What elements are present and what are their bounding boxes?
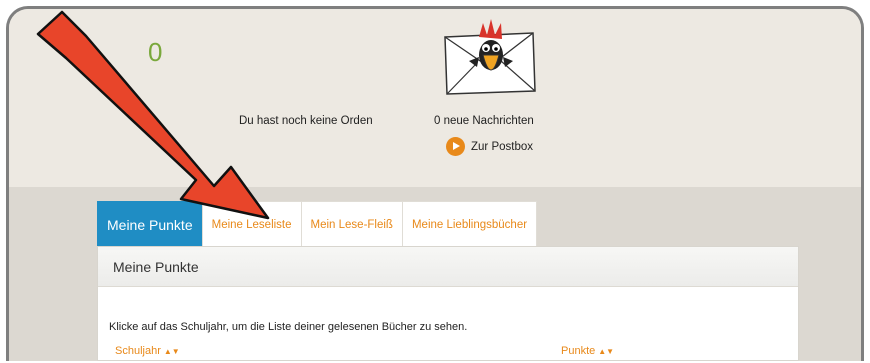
sort-icon: ▲▼ bbox=[598, 346, 615, 356]
postbox-link-label: Zur Postbox bbox=[471, 140, 533, 153]
tab-meine-leseliste[interactable]: Meine Leseliste bbox=[201, 201, 302, 247]
panel-title: Meine Punkte bbox=[98, 247, 798, 287]
play-circle-icon bbox=[446, 137, 465, 156]
postbox-link[interactable]: Zur Postbox bbox=[446, 137, 533, 156]
sort-icon: ▲▼ bbox=[163, 346, 180, 356]
instruction-text: Klicke auf das Schuljahr, um die Liste d… bbox=[109, 321, 468, 333]
tab-meine-punkte[interactable]: Meine Punkte bbox=[97, 201, 203, 247]
tab-mein-lese-fleiss[interactable]: Mein Lese-Fleiß bbox=[300, 201, 403, 247]
column-header-punkte[interactable]: Punkte ▲▼ bbox=[561, 345, 614, 357]
points-value: 0 bbox=[148, 37, 163, 67]
envelope-mascot-icon[interactable] bbox=[439, 15, 539, 97]
tab-bar: Meine Punkte Meine Leseliste Mein Lese-F… bbox=[97, 201, 538, 247]
profile-panel: 0 Du hast noch keine Orden 0 neue Nachri… bbox=[9, 9, 861, 187]
points-panel: Meine Punkte Klicke auf das Schuljahr, u… bbox=[97, 246, 799, 361]
orden-status-text: Du hast noch keine Orden bbox=[239, 115, 373, 127]
messages-count-text: 0 neue Nachrichten bbox=[434, 115, 534, 127]
column-label-punkte: Punkte bbox=[561, 345, 596, 357]
tab-meine-lieblingsbuecher[interactable]: Meine Lieblingsbücher bbox=[401, 201, 538, 247]
column-header-schuljahr[interactable]: Schuljahr ▲▼ bbox=[115, 345, 180, 357]
column-label-schuljahr: Schuljahr bbox=[115, 345, 161, 357]
